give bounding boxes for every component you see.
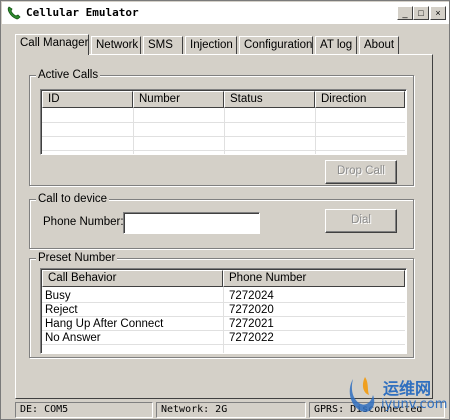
table-row[interactable]: Hang Up After Connect 7272021	[42, 317, 406, 331]
phone-handset-icon	[7, 6, 21, 20]
column-phone-number[interactable]: Phone Number	[223, 270, 405, 287]
column-direction[interactable]: Direction	[315, 91, 405, 108]
column-status[interactable]: Status	[224, 91, 315, 108]
tab-sms[interactable]: SMS	[143, 36, 183, 54]
column-call-behavior[interactable]: Call Behavior	[42, 270, 223, 287]
column-id[interactable]: ID	[42, 91, 133, 108]
call-behavior-cell: No Answer	[45, 332, 101, 344]
table-row[interactable]: Reject 7272020	[42, 303, 406, 317]
tab-configuration[interactable]: Configuration	[239, 36, 313, 54]
watermark-url: iyunv.com	[381, 397, 448, 412]
tab-at-log[interactable]: AT log	[315, 36, 357, 54]
preset-number-title: Preset Number	[36, 251, 118, 265]
watermark: 运维网 iyunv.com	[345, 373, 449, 417]
grid-line	[223, 287, 224, 353]
tab-about[interactable]: About	[359, 36, 399, 54]
close-button[interactable]: ×	[430, 6, 446, 20]
phone-number-cell: 7272020	[229, 304, 274, 316]
active-calls-list[interactable]: ID Number Status Direction	[40, 89, 407, 155]
maximize-button[interactable]: □	[413, 6, 429, 20]
tab-network[interactable]: Network	[91, 36, 141, 54]
phone-number-cell: 7272022	[229, 332, 274, 344]
grid-line	[315, 108, 316, 154]
window-title: Cellular Emulator	[26, 6, 139, 19]
active-calls-group: Active Calls ID Number Status Direction …	[29, 68, 414, 186]
status-de: DE: COM5	[15, 402, 153, 418]
phone-number-input[interactable]	[123, 212, 260, 234]
active-calls-title: Active Calls	[36, 68, 101, 82]
call-behavior-cell: Hang Up After Connect	[45, 318, 164, 330]
preset-number-group: Preset Number Call Behavior Phone Number…	[29, 251, 414, 358]
call-to-device-title: Call to device	[36, 192, 110, 206]
minimize-button[interactable]: _	[397, 6, 413, 20]
preset-number-list[interactable]: Call Behavior Phone Number Busy 7272024 …	[40, 268, 407, 354]
grid-line	[224, 108, 225, 154]
watermark-logo-icon	[349, 377, 375, 412]
app-window: Cellular Emulator _ □ × Call Manager Net…	[0, 0, 450, 420]
phone-number-cell: 7272021	[229, 318, 274, 330]
call-manager-panel: Active Calls ID Number Status Direction …	[15, 54, 433, 399]
dial-button[interactable]: Dial	[325, 209, 397, 233]
call-behavior-cell: Reject	[45, 304, 78, 316]
watermark-text: 运维网	[383, 379, 432, 398]
active-calls-header: ID Number Status Direction	[42, 91, 405, 108]
column-number[interactable]: Number	[133, 91, 224, 108]
call-behavior-cell: Busy	[45, 290, 71, 302]
call-to-device-group: Call to device Phone Number: Dial	[29, 192, 414, 249]
phone-number-label: Phone Number:	[43, 216, 124, 228]
preset-number-header: Call Behavior Phone Number	[42, 270, 405, 287]
title-bar[interactable]: Cellular Emulator _ □ ×	[2, 2, 449, 24]
grid-line	[133, 108, 134, 154]
table-row[interactable]: Busy 7272024	[42, 289, 406, 303]
tab-injection[interactable]: Injection	[185, 36, 237, 54]
tab-call-manager[interactable]: Call Manager	[15, 34, 89, 55]
phone-number-cell: 7272024	[229, 290, 274, 302]
drop-call-button[interactable]: Drop Call	[325, 160, 397, 184]
status-network: Network: 2G	[156, 402, 306, 418]
table-row[interactable]: No Answer 7272022	[42, 331, 406, 345]
